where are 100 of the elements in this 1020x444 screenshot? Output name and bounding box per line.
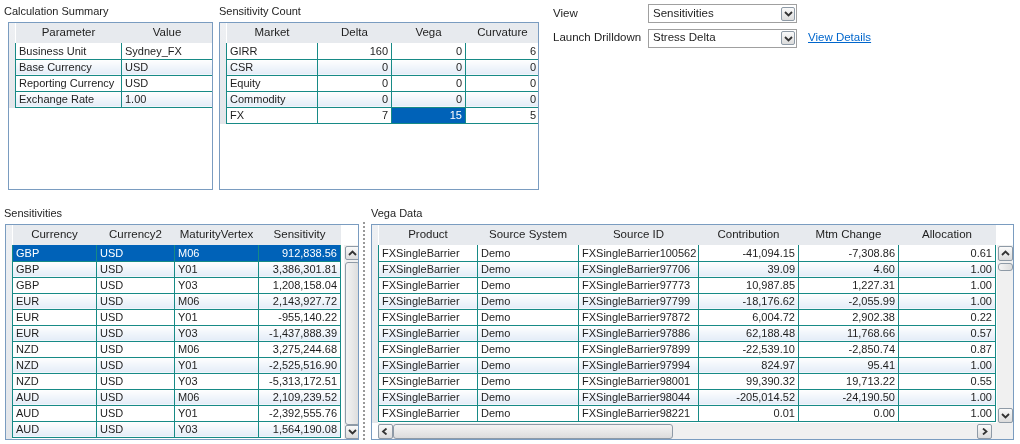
table-cell[interactable]: FXSingleBarrier [378,309,478,325]
column-header[interactable]: Currency [12,225,97,245]
table-cell[interactable]: Demo [477,245,579,261]
table-cell[interactable]: -22,539.10 [698,341,799,357]
scrollbar-thumb[interactable] [345,262,358,425]
vertical-scrollbar[interactable] [997,245,1013,423]
table-cell[interactable]: Y03 [174,277,259,293]
scrollbar-thumb[interactable] [393,423,673,439]
table-cell[interactable]: Demo [477,309,579,325]
table-cell[interactable]: FXSingleBarrier97773 [578,277,699,293]
table-cell[interactable]: FX [226,107,318,123]
table-cell[interactable]: 0.22 [898,309,996,325]
scroll-right-button[interactable] [977,423,992,439]
column-header[interactable]: Curvature [465,23,538,43]
table-cell[interactable]: FXSingleBarrier97872 [578,309,699,325]
table-cell[interactable]: -2,850.74 [798,341,899,357]
table-cell[interactable]: M06 [174,341,259,357]
horizontal-scrollbar[interactable] [378,423,1013,439]
view-details-link[interactable]: View Details [808,29,872,47]
scroll-down-button[interactable] [345,424,358,439]
table-cell[interactable]: 1.00 [898,405,996,421]
column-header[interactable]: Vega [391,23,466,43]
table-cell[interactable]: 0.55 [898,373,996,389]
table-cell[interactable]: 0.87 [898,341,996,357]
table-cell[interactable]: FXSingleBarrier98001 [578,373,699,389]
table-cell[interactable]: Equity [226,75,318,91]
table-cell[interactable]: -955,140.22 [258,309,341,325]
table-cell[interactable]: -5,313,172.51 [258,373,341,389]
table-cell[interactable]: FXSingleBarrier [378,341,478,357]
table-cell[interactable]: 1,208,158.04 [258,277,341,293]
table-cell[interactable]: 0.01 [698,405,799,421]
table-cell[interactable]: Demo [477,277,579,293]
column-header[interactable]: Contribution [698,225,799,245]
table-cell[interactable]: Demo [477,341,579,357]
scroll-up-button[interactable] [345,246,358,261]
table-cell[interactable]: GBP [12,245,97,261]
column-header[interactable]: MaturityVertex [174,225,259,245]
table-cell[interactable]: Reporting Currency [15,75,122,91]
column-header[interactable]: Source System [477,225,579,245]
table-cell[interactable]: 10,987.85 [698,277,799,293]
table-cell[interactable]: 0 [317,75,392,91]
table-cell[interactable]: 160 [317,43,392,59]
scroll-left-button[interactable] [378,423,393,439]
table-cell[interactable]: Y01 [174,309,259,325]
table-cell[interactable]: 99,390.32 [698,373,799,389]
table-cell[interactable]: 0 [391,75,466,91]
table-cell[interactable]: 2,902.38 [798,309,899,325]
table-cell[interactable]: Demo [477,405,579,421]
table-cell[interactable]: USD [96,277,175,293]
table-cell[interactable]: Demo [477,373,579,389]
column-header[interactable]: Source ID [578,225,699,245]
table-cell[interactable]: Y01 [174,405,259,421]
table-cell[interactable]: 19,713.22 [798,373,899,389]
table-cell[interactable]: 0.00 [798,405,899,421]
dropdown[interactable]: Stress Delta [648,28,797,48]
table-cell[interactable]: FXSingleBarrier [378,277,478,293]
table-cell[interactable]: Y03 [174,373,259,389]
column-header[interactable]: Parameter [15,23,122,43]
table-cell[interactable]: AUD [12,405,97,421]
table-cell[interactable]: 0.61 [898,245,996,261]
table-cell[interactable]: NZD [12,373,97,389]
scrollbar-thumb[interactable] [998,263,1013,271]
table-cell[interactable]: M06 [174,245,259,261]
table-cell[interactable]: FXSingleBarrier [378,245,478,261]
column-header[interactable]: Allocation [898,225,996,245]
scroll-up-button[interactable] [998,246,1013,261]
table-cell[interactable]: EUR [12,309,97,325]
column-header[interactable]: Sensitivity [258,225,341,245]
table-cell[interactable]: Business Unit [15,43,122,59]
table-cell[interactable]: 912,838.56 [258,245,341,261]
table-cell[interactable]: 7 [317,107,392,123]
table-cell[interactable]: 1,227.31 [798,277,899,293]
table-cell[interactable]: USD [96,341,175,357]
column-header[interactable]: Value [121,23,212,43]
table-cell[interactable]: -41,094.15 [698,245,799,261]
table-cell[interactable]: USD [96,405,175,421]
table-cell[interactable]: GBP [12,277,97,293]
column-header[interactable]: Currency2 [96,225,175,245]
table-cell[interactable]: FXSingleBarrier97899 [578,341,699,357]
table-cell[interactable]: USD [96,373,175,389]
column-header[interactable]: Product [378,225,478,245]
table-cell[interactable]: FXSingleBarrier100562 [578,245,699,261]
table-cell[interactable]: -2,392,555.76 [258,405,341,421]
table-cell[interactable]: 6,004.72 [698,309,799,325]
column-header[interactable]: Delta [317,23,392,43]
table-cell[interactable]: 3,275,244.68 [258,341,341,357]
scroll-down-button[interactable] [998,408,1013,423]
table-cell[interactable]: USD [96,245,175,261]
table-cell[interactable]: FXSingleBarrier [378,405,478,421]
table-cell[interactable]: NZD [12,341,97,357]
table-cell[interactable]: 1.00 [898,277,996,293]
table-cell[interactable]: 0 [391,43,466,59]
column-header[interactable]: Mtm Change [798,225,899,245]
table-cell[interactable]: USD [96,309,175,325]
table-cell[interactable]: GIRR [226,43,318,59]
table-cell[interactable]: -7,308.86 [798,245,899,261]
table-cell[interactable]: FXSingleBarrier98221 [578,405,699,421]
vertical-scrollbar[interactable] [344,245,358,439]
table-cell[interactable]: FXSingleBarrier [378,373,478,389]
dropdown[interactable]: Sensitivities [648,4,797,23]
